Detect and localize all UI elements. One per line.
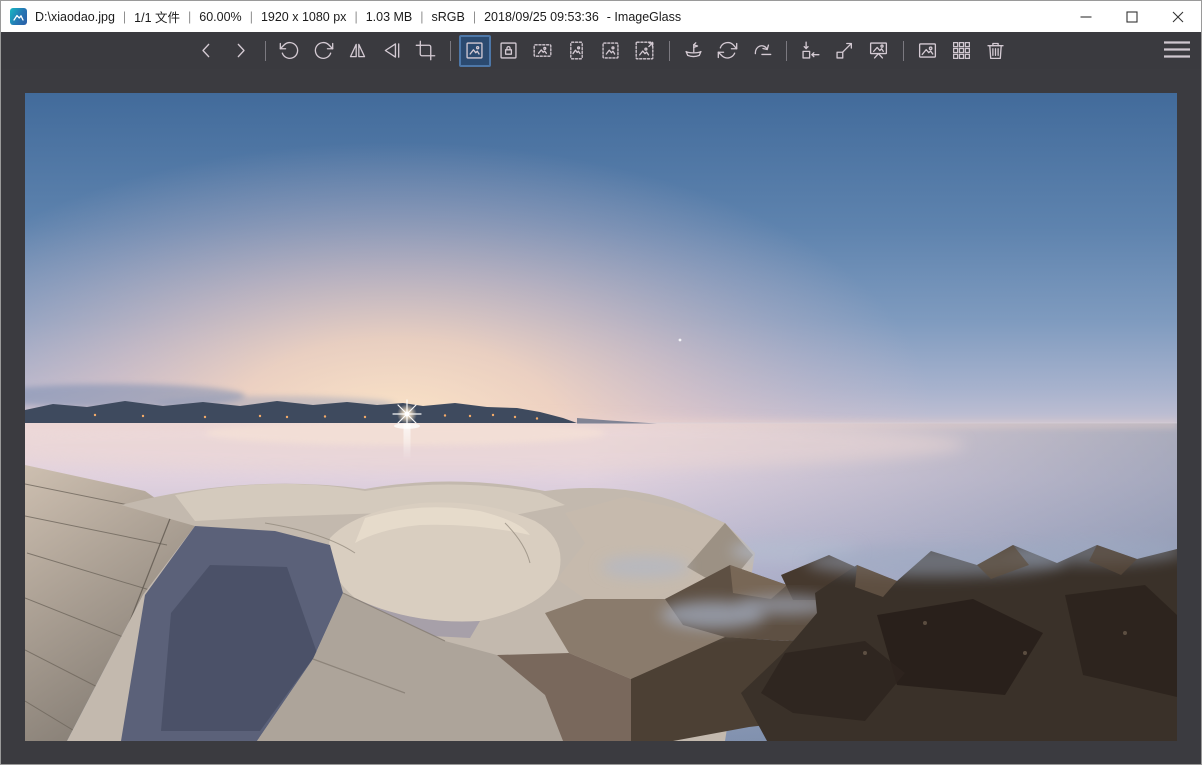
flip-vertical-icon	[381, 40, 402, 61]
title-bar[interactable]: D:\xiaodao.jpg | 1/1 文件 | 60.00% | 1920 …	[1, 1, 1201, 32]
scale-width-icon	[532, 40, 553, 61]
minimize-icon	[1080, 11, 1092, 23]
maximize-button[interactable]	[1109, 1, 1155, 32]
title-separator: |	[123, 10, 126, 24]
title-app-name: - ImageGlass	[607, 10, 681, 24]
close-icon	[1172, 11, 1184, 23]
reload-image-button[interactable]	[746, 35, 778, 67]
boat-button[interactable]	[678, 35, 710, 67]
title-color-space: sRGB	[432, 10, 465, 24]
scale-to-fill-button[interactable]	[629, 35, 661, 67]
minimize-button[interactable]	[1063, 1, 1109, 32]
scale-fit-icon	[600, 40, 621, 61]
imageglass-logo-icon	[10, 8, 27, 25]
toolbar	[1, 32, 1201, 69]
chevron-left-icon	[196, 40, 217, 61]
previous-image-button[interactable]	[191, 35, 223, 67]
grid-icon	[951, 40, 972, 61]
scale-to-width-button[interactable]	[527, 35, 559, 67]
scale-fill-icon	[634, 40, 655, 61]
title-file-path: D:\xiaodao.jpg	[35, 10, 115, 24]
window-controls	[1063, 1, 1201, 32]
scale-height-icon	[566, 40, 587, 61]
lock-zoom-icon	[498, 40, 519, 61]
title-datetime: 2018/09/25 09:53:36	[484, 10, 599, 24]
slideshow-button[interactable]	[863, 35, 895, 67]
gallery-button[interactable]	[912, 35, 944, 67]
crop-button[interactable]	[410, 35, 442, 67]
toolbar-separator	[903, 41, 904, 61]
title-file-size: 1.03 MB	[366, 10, 413, 24]
picture-icon	[917, 40, 938, 61]
refresh-icon	[717, 40, 738, 61]
boat-icon	[683, 40, 704, 61]
refresh-button[interactable]	[712, 35, 744, 67]
crop-icon	[415, 40, 436, 61]
title-separator: |	[188, 10, 191, 24]
window-title: D:\xiaodao.jpg | 1/1 文件 | 60.00% | 1920 …	[35, 7, 681, 26]
title-separator: |	[354, 10, 357, 24]
fullscreen-icon	[834, 40, 855, 61]
title-dimensions: 1920 x 1080 px	[261, 10, 347, 24]
rotate-ccw-icon	[279, 40, 300, 61]
toolbar-separator	[669, 41, 670, 61]
delete-button[interactable]	[980, 35, 1012, 67]
toolbar-separator	[450, 41, 451, 61]
redo-arrow-icon	[751, 40, 772, 61]
title-zoom-level: 60.00%	[199, 10, 241, 24]
rotate-right-button[interactable]	[308, 35, 340, 67]
photo-canvas[interactable]	[25, 93, 1177, 741]
auto-zoom-icon	[464, 40, 485, 61]
hamburger-menu-icon	[1164, 39, 1190, 59]
scale-to-height-button[interactable]	[561, 35, 593, 67]
title-separator: |	[473, 10, 476, 24]
title-separator: |	[420, 10, 423, 24]
flip-vertical-button[interactable]	[376, 35, 408, 67]
toolbar-separator	[786, 41, 787, 61]
slideshow-icon	[868, 40, 889, 61]
trash-icon	[985, 40, 1006, 61]
window-fit-icon	[800, 40, 821, 61]
image-viewer-area	[1, 69, 1201, 764]
toolbar-separator	[265, 41, 266, 61]
title-separator: |	[250, 10, 253, 24]
fullscreen-button[interactable]	[829, 35, 861, 67]
flip-horizontal-icon	[347, 40, 368, 61]
imageglass-window: D:\xiaodao.jpg | 1/1 文件 | 60.00% | 1920 …	[0, 0, 1202, 765]
rotate-left-button[interactable]	[274, 35, 306, 67]
close-button[interactable]	[1155, 1, 1201, 32]
lock-zoom-button[interactable]	[493, 35, 525, 67]
chevron-right-icon	[230, 40, 251, 61]
fit-window-button[interactable]	[795, 35, 827, 67]
next-image-button[interactable]	[225, 35, 257, 67]
scale-to-fit-button[interactable]	[595, 35, 627, 67]
title-file-count: 1/1 文件	[134, 7, 180, 26]
maximize-icon	[1126, 11, 1138, 23]
thumbnail-grid-button[interactable]	[946, 35, 978, 67]
rotate-cw-icon	[313, 40, 334, 61]
auto-zoom-button[interactable]	[459, 35, 491, 67]
main-menu-button[interactable]	[1162, 37, 1192, 64]
flip-horizontal-button[interactable]	[342, 35, 374, 67]
